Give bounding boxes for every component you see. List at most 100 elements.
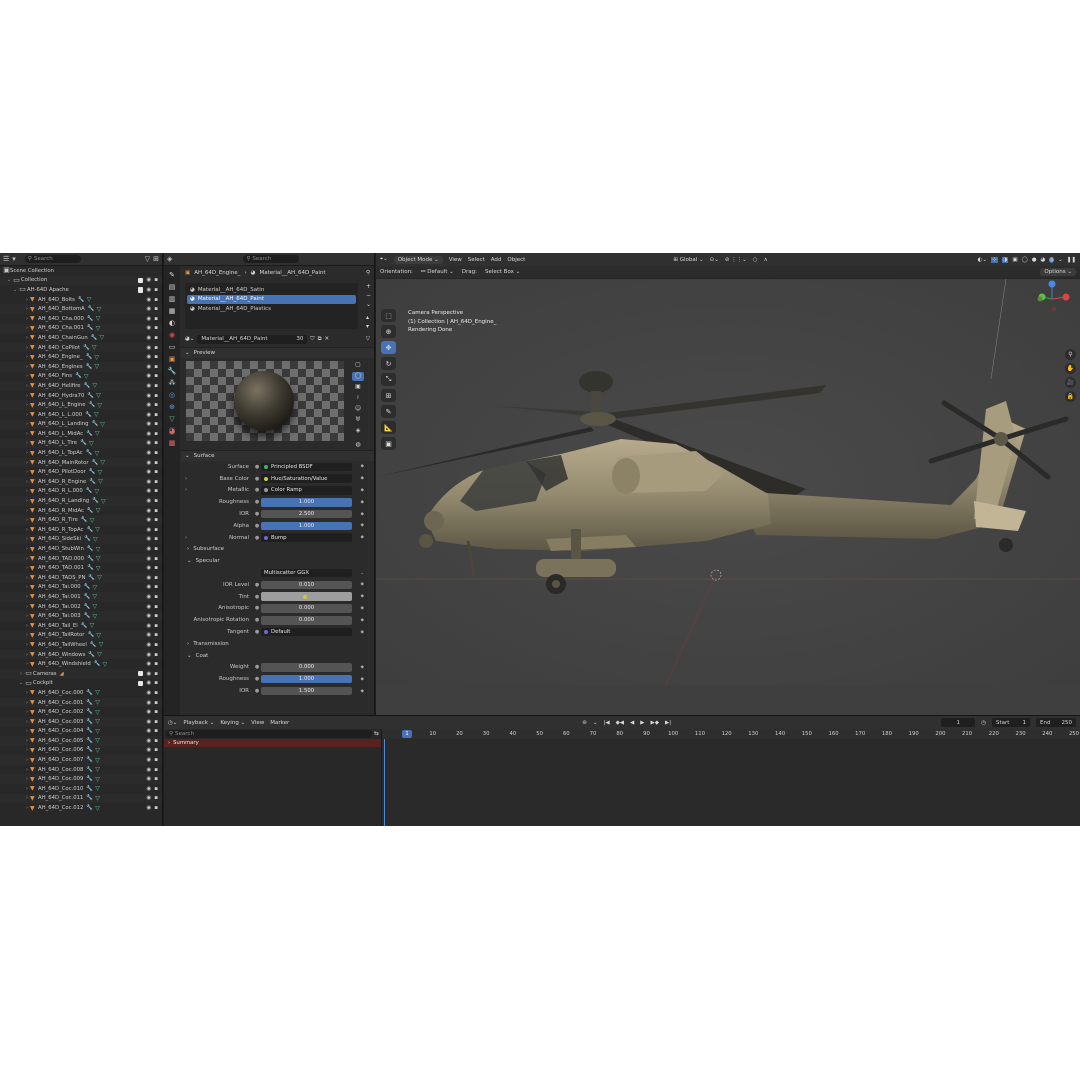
outliner-object-row[interactable]: › ▼ AH_64D_Windows 🔧 ▽ ◉ ▪	[0, 649, 162, 660]
property-value-field[interactable]: Color Ramp	[261, 486, 352, 495]
eye-icon[interactable]: ◉	[146, 632, 151, 638]
outliner-object-row[interactable]: › ▼ AH_64D_Coc.002 🔧 ▽ ◉ ▪	[0, 707, 162, 717]
eye-icon[interactable]: ◉	[146, 277, 151, 283]
preview-monkey-icon[interactable]: ☺	[352, 405, 364, 414]
playhead-frame-label[interactable]: 1	[402, 730, 412, 738]
start-frame-field[interactable]: Start 1	[992, 718, 1030, 727]
link-socket-icon[interactable]: ●	[253, 617, 261, 623]
eye-icon[interactable]: ◉	[146, 700, 151, 706]
preview-flat-icon[interactable]: ▢	[352, 361, 364, 370]
texture-tab-icon[interactable]: ▩	[169, 439, 176, 447]
outliner-object-row[interactable]: › ▼ AH_64D_L_MidAc 🔧 ▽ ◉ ▪	[0, 429, 162, 439]
camera-icon[interactable]: ▪	[154, 345, 158, 351]
outliner-object-row[interactable]: › ▼ AH_64D_R_Tire 🔧 ▽ ◉ ▪	[0, 515, 162, 526]
chevron-right-icon[interactable]: ›	[185, 476, 187, 482]
eye-icon[interactable]: ◉	[146, 565, 151, 571]
pan-hand-icon[interactable]: ✋	[1065, 363, 1076, 374]
preview-fluid-icon[interactable]: ◈	[352, 427, 364, 436]
end-frame-field[interactable]: End 250	[1036, 718, 1076, 727]
camera-icon[interactable]: ▪	[154, 508, 158, 514]
eye-icon[interactable]: ◉	[146, 450, 151, 456]
cameras-collection-row[interactable]: › ▭ Cameras ◢ ◉ ▪	[0, 668, 162, 679]
keyframe-icon[interactable]: ◆	[361, 606, 364, 611]
render-canvas[interactable]: Camera Perspective (1) Collection | AH_6…	[376, 278, 1080, 686]
outliner-object-row[interactable]: › ▼ AH_64D_TAD.001 🔧 ▽ ◉ ▪	[0, 563, 162, 573]
eye-icon[interactable]: ◉	[146, 383, 151, 389]
orientation-dropdown[interactable]: ⚯ Default ⌄	[421, 269, 454, 275]
property-value-field[interactable]: Default	[261, 627, 352, 637]
outliner-object-row[interactable]: › ▼ AH_64D_R_MidAc 🔧 ▽ ◉ ▪	[0, 506, 162, 516]
property-value-field[interactable]: Principled BSDF	[261, 462, 352, 472]
preview-cube-icon[interactable]: ▣	[352, 383, 364, 392]
camera-icon[interactable]: ▪	[154, 642, 158, 648]
options-dropdown[interactable]: Options ⌄	[1040, 268, 1076, 276]
jump-end-icon[interactable]: ▶|	[665, 720, 671, 726]
outliner-object-row[interactable]: › ▼ AH_64D_Engine_ 🔧 ▽ ◉ ▪	[0, 352, 162, 362]
eye-icon[interactable]: ◉	[146, 757, 151, 763]
eye-icon[interactable]: ◉	[146, 690, 151, 696]
eye-icon[interactable]: ◉	[146, 805, 151, 811]
camera-icon[interactable]: ▪	[154, 776, 158, 782]
outliner-object-row[interactable]: › ▼ AH_64D_L_Tire 🔧 ▽ ◉ ▪	[0, 438, 162, 449]
link-socket-icon[interactable]: ●	[253, 676, 261, 682]
camera-icon[interactable]: ▪	[154, 546, 158, 552]
camera-icon[interactable]: ▪	[154, 786, 158, 792]
material-slot-paint[interactable]: ◕ Material__AH_64D_Paint	[187, 294, 356, 304]
camera-icon[interactable]: ▪	[154, 795, 158, 801]
outliner-object-row[interactable]: › ▼ AH_64D_Hellfire 🔧 ▽ ◉ ▪	[0, 381, 162, 391]
outliner-object-row[interactable]: › ▼ AH_64D_Tai.001 🔧 ▽ ◉ ▪	[0, 592, 162, 602]
camera-icon[interactable]: ▪	[154, 450, 158, 456]
camera-icon[interactable]: ▪	[154, 575, 158, 581]
camera-icon[interactable]: ▪	[154, 757, 158, 763]
keyframe-icon[interactable]: ◆	[361, 464, 364, 469]
subsurface-subpanel[interactable]: › Subsurface	[181, 544, 374, 556]
outliner-object-row[interactable]: › ▼ AH_64D_Windshield 🔧 ▽ ◉ ▪	[0, 659, 162, 669]
outliner-object-row[interactable]: › ▼ AH_64D_TailWheel 🔧 ▽ ◉ ▪	[0, 640, 162, 650]
outliner-object-row[interactable]: › ▼ AH_64D_L_Engine 🔧 ▽ ◉ ▪	[0, 400, 162, 410]
keyframe-icon[interactable]: ◆	[361, 512, 364, 517]
outliner-object-row[interactable]: › ▼ AH_64D_SideSki 🔧 ▽ ◉ ▪	[0, 534, 162, 545]
camera-icon[interactable]: ▪	[154, 402, 158, 408]
property-value-field[interactable]: 1.000	[261, 521, 352, 531]
include-checkbox[interactable]	[137, 680, 144, 687]
link-socket-icon[interactable]: ●	[253, 464, 261, 470]
cursor-tool-icon[interactable]: ⊕	[381, 325, 396, 338]
property-value-field[interactable]: 0.000	[261, 604, 352, 613]
outliner-object-row[interactable]: › ▼ AH_64D_Bolts 🔧 ▽ ◉ ▪	[0, 295, 162, 305]
node-tree-icon[interactable]: ▽	[366, 336, 370, 342]
fake-user-icon[interactable]: ⛉	[310, 336, 314, 343]
keyframe-icon[interactable]: ◆	[361, 594, 364, 599]
include-checkbox[interactable]	[137, 277, 144, 284]
surface-panel-header[interactable]: ⌄ Surface	[181, 450, 374, 461]
outliner-object-row[interactable]: › ▼ AH_64D_L_L.000 🔧 ▽ ◉ ▪	[0, 410, 162, 420]
eye-icon[interactable]: ◉	[146, 297, 151, 303]
menu-view[interactable]: View	[251, 720, 264, 726]
camera-icon[interactable]: ▪	[154, 767, 158, 773]
outliner-object-row[interactable]: › ▼ AH_64D_Coc.001 🔧 ▽ ◉ ▪	[0, 697, 162, 708]
eye-icon[interactable]: ◉	[146, 508, 151, 514]
eye-icon[interactable]: ◉	[146, 479, 151, 485]
outliner-object-row[interactable]: › ▼ AH_64D_BottomA 🔧 ▽ ◉ ▪	[0, 304, 162, 314]
scene-tab-icon[interactable]: ◐	[169, 319, 175, 327]
add-cube-tool-icon[interactable]: ▣	[381, 437, 396, 450]
material-name-field[interactable]: Material__AH_64D_Paint 30	[197, 334, 308, 344]
cockpit-collection-row[interactable]: ⌄ ▭ Cockpit ◉ ▪	[0, 679, 162, 689]
outliner-object-row[interactable]: › ▼ AH_64D_Coc.004 🔧 ▽ ◉ ▪	[0, 727, 162, 737]
outliner-object-row[interactable]: › ▼ AH_64D_Fins 🔧 ▽ ◉ ▪	[0, 372, 162, 382]
camera-icon[interactable]: ▪	[154, 527, 158, 533]
keyframe-icon[interactable]: ◆	[361, 582, 364, 587]
camera-icon[interactable]: ▪	[154, 556, 158, 562]
keyframe-icon[interactable]: ◆	[361, 665, 364, 670]
camera-icon[interactable]: ▪	[154, 632, 158, 638]
camera-icon[interactable]: ▪	[154, 498, 158, 504]
eye-icon[interactable]: ◉	[146, 335, 151, 341]
eye-icon[interactable]: ◉	[146, 719, 151, 725]
mode-dropdown[interactable]: Object Mode ⌄	[393, 255, 443, 264]
keyframe-icon[interactable]: ◆	[361, 618, 364, 623]
eye-icon[interactable]: ◉	[146, 767, 151, 773]
camera-icon[interactable]: ▪	[154, 584, 158, 590]
play-reverse-icon[interactable]: ◀	[630, 720, 634, 726]
play-icon[interactable]: ▶	[640, 720, 644, 726]
camera-icon[interactable]: ▪	[154, 709, 158, 715]
outliner-object-row[interactable]: › ▼ AH_64D_PilotDoor 🔧 ▽ ◉ ▪	[0, 467, 162, 477]
